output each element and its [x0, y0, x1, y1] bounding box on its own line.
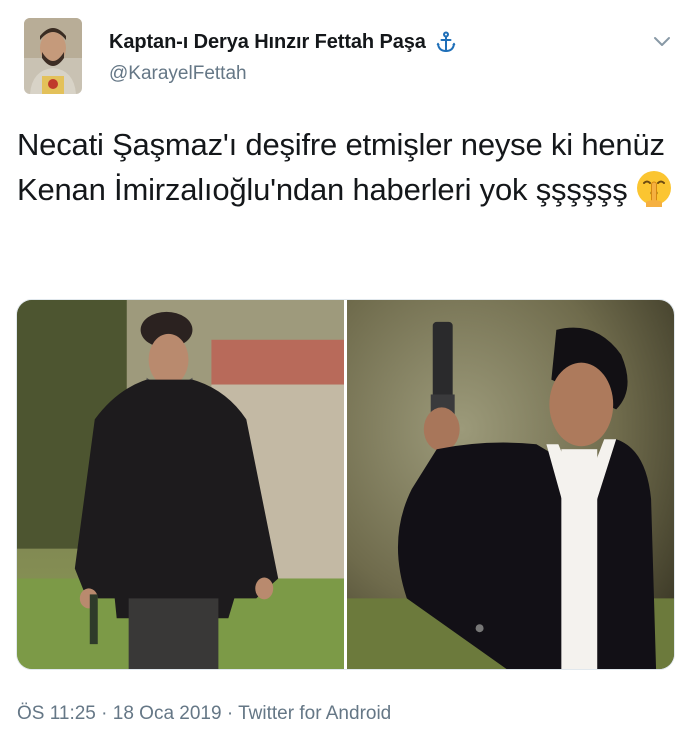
left-photo[interactable]: [17, 300, 344, 669]
author-handle[interactable]: @KarayelFettah: [109, 63, 247, 85]
chevron-down-icon[interactable]: [651, 30, 673, 52]
avatar-image: [24, 18, 82, 94]
meta-separator: ·: [95, 703, 113, 724]
media-grid[interactable]: [16, 299, 675, 670]
right-photo-image: [346, 300, 674, 669]
meta-separator-2: ·: [221, 703, 239, 724]
author-name-row[interactable]: Kaptan-ı Derya Hınzır Fettah Paşa: [109, 30, 458, 54]
tweet-time[interactable]: ÖS 11:25: [17, 703, 96, 724]
tweet-text: Necati Şaşmaz'ı deşifre etmişler neyse k…: [17, 122, 677, 212]
shushing-face-icon: [634, 168, 674, 208]
tweet-source[interactable]: Twitter for Android: [238, 703, 391, 724]
avatar[interactable]: [24, 18, 82, 94]
tweet-date[interactable]: 18 Oca 2019: [113, 703, 222, 724]
tweet-body: Necati Şaşmaz'ı deşifre etmişler neyse k…: [17, 127, 665, 207]
right-photo[interactable]: [346, 300, 674, 669]
display-name[interactable]: Kaptan-ı Derya Hınzır Fettah Paşa: [109, 31, 426, 54]
anchor-icon: [434, 30, 458, 54]
left-photo-image: [17, 300, 344, 669]
tweet-meta: ÖS 11:25 · 18 Oca 2019 · Twitter for And…: [17, 703, 391, 725]
